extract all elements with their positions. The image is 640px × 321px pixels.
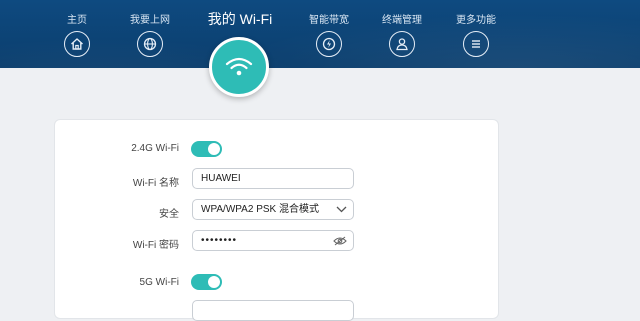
chevron-down-icon	[336, 200, 347, 219]
password-input[interactable]: ••••••••	[192, 230, 354, 251]
nav-item-label: 更多功能	[456, 15, 496, 26]
menu-icon	[463, 31, 489, 57]
wifi24-label: 2.4G Wi-Fi	[131, 143, 179, 154]
toggle-knob	[208, 276, 220, 288]
toggle-knob	[208, 143, 220, 155]
ssid-label: Wi-Fi 名称	[132, 178, 179, 189]
wifi24-toggle[interactable]	[191, 141, 222, 157]
wifi5-ssid-input[interactable]	[192, 300, 354, 321]
nav-item-label: 终端管理	[382, 15, 422, 26]
security-select[interactable]: WPA/WPA2 PSK 混合模式	[192, 199, 354, 220]
nav-item-label: 我要上网	[130, 15, 170, 26]
wifi5-toggle[interactable]	[191, 274, 222, 290]
ssid-input[interactable]: HUAWEI	[192, 168, 354, 189]
nav-item-home[interactable]: 主页	[45, 14, 109, 57]
nav-item-label: 主页	[67, 15, 87, 26]
ssid-value: HUAWEI	[201, 173, 241, 184]
nav-item-bandwidth[interactable]: 智能带宽	[297, 14, 361, 57]
home-icon	[64, 31, 90, 57]
wifi-settings-panel: 2.4G Wi-Fi Wi-Fi 名称 HUAWEI 安全 WPA/WPA2 P…	[54, 119, 499, 321]
security-value: WPA/WPA2 PSK 混合模式	[201, 204, 319, 215]
nav-item-internet[interactable]: 我要上网	[118, 14, 182, 57]
eye-hidden-icon[interactable]	[333, 231, 347, 250]
globe-icon	[137, 31, 163, 57]
nav-item-my-wifi[interactable]	[209, 37, 269, 97]
password-label: Wi-Fi 密码	[132, 240, 179, 251]
bandwidth-icon	[316, 31, 342, 57]
nav-item-more[interactable]: 更多功能	[444, 14, 508, 57]
nav-item-devices[interactable]: 终端管理	[370, 14, 434, 57]
security-label: 安全	[159, 209, 179, 220]
password-value: ••••••••	[201, 235, 238, 246]
nav-item-label: 智能带宽	[309, 15, 349, 26]
nav-item-my-wifi-label[interactable]: 我的 Wi-Fi	[200, 9, 280, 29]
top-nav-bar: 主页 我要上网 智能带宽 终端管理 更多功能 我的 Wi-Fi	[0, 0, 640, 68]
wifi5-label: 5G Wi-Fi	[139, 277, 179, 288]
user-icon	[389, 31, 415, 57]
